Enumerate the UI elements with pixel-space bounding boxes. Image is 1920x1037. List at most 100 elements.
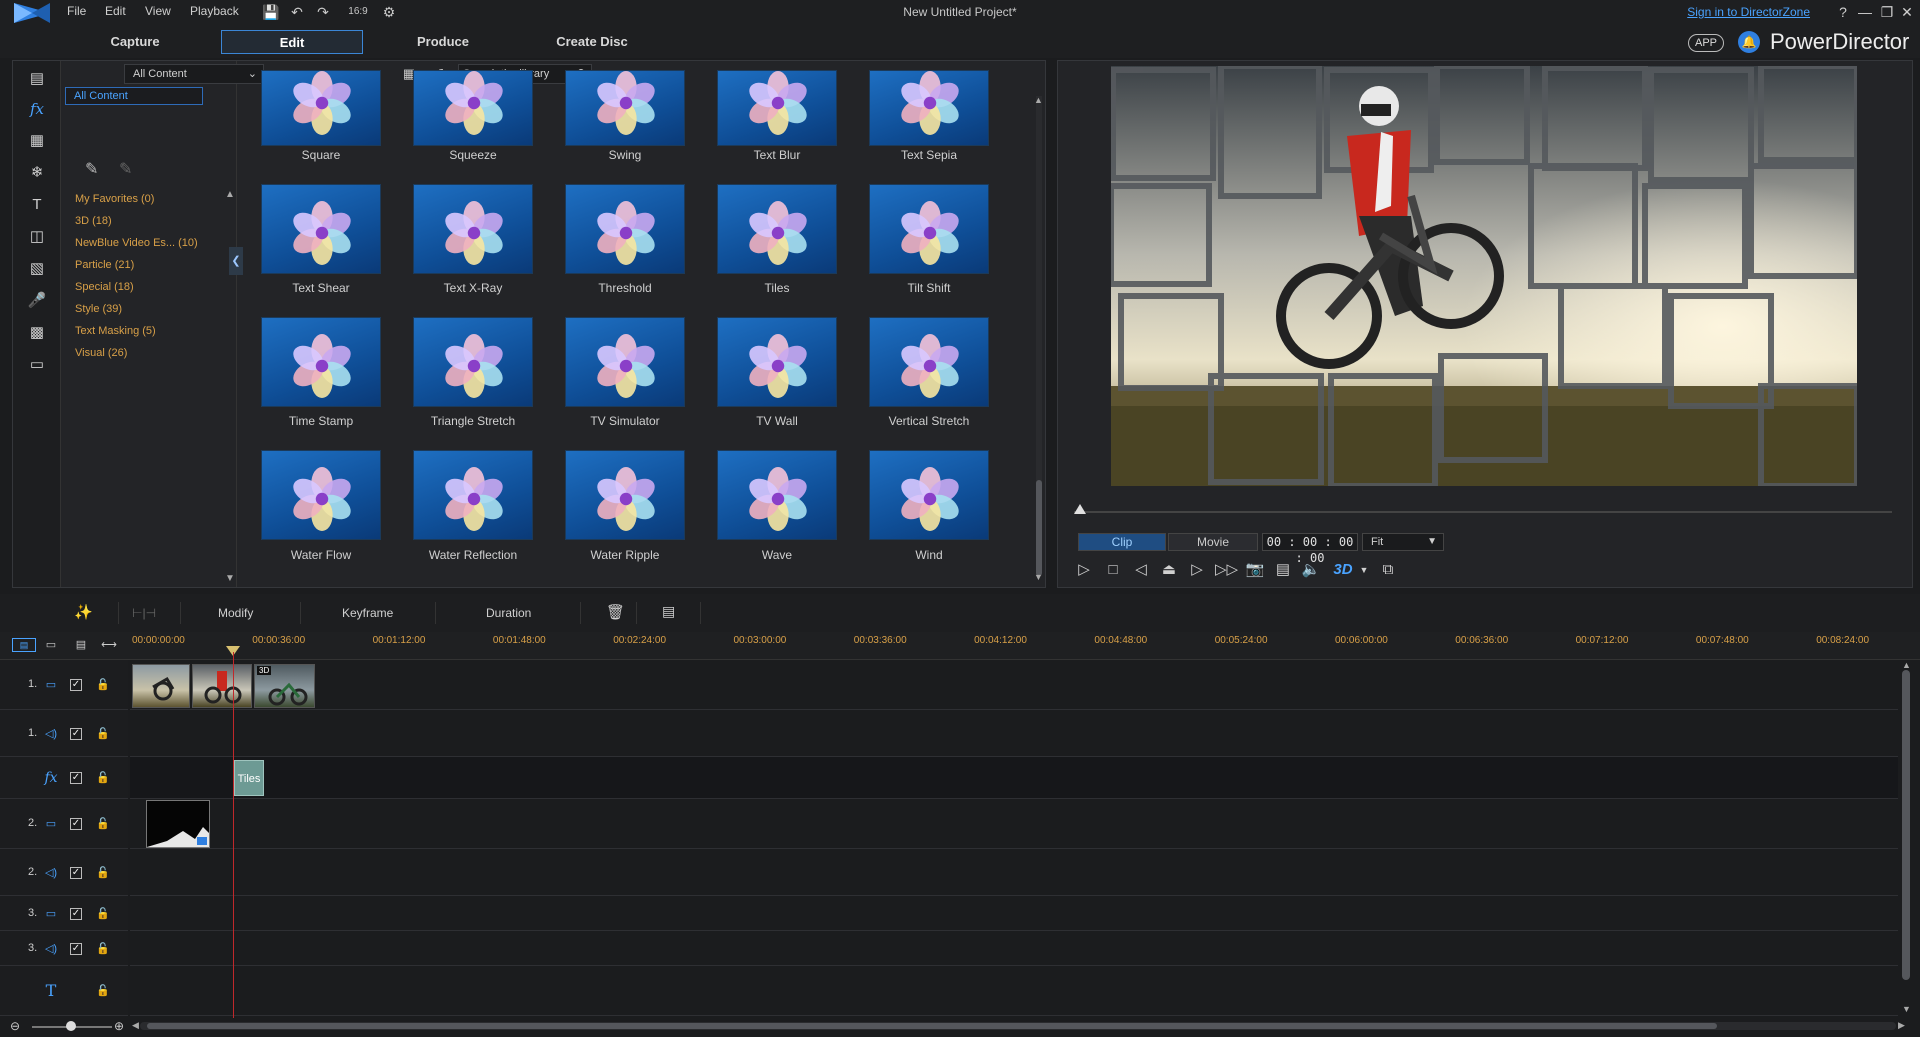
clip-mode-button[interactable]: Clip bbox=[1078, 533, 1166, 551]
track-lane-audio[interactable] bbox=[130, 710, 1898, 757]
category-item[interactable]: 3D (18) bbox=[75, 215, 112, 227]
audio-mixing-icon[interactable]: ▧ bbox=[25, 257, 49, 281]
effect-thumbnail[interactable] bbox=[565, 184, 685, 274]
effect-thumbnail[interactable] bbox=[413, 70, 533, 146]
fit-timeline-icon[interactable]: ⟷ bbox=[100, 638, 118, 652]
track-enable-checkbox[interactable]: ✓ bbox=[70, 818, 82, 830]
track-lane-video[interactable] bbox=[130, 799, 1898, 849]
category-item[interactable]: Visual (26) bbox=[75, 347, 127, 359]
effect-thumbnail[interactable] bbox=[261, 317, 381, 407]
timeline-horizontal-thumb[interactable] bbox=[147, 1023, 1717, 1029]
title-room-icon[interactable]: T bbox=[25, 193, 49, 217]
track-lock-icon[interactable]: 🔓 bbox=[96, 907, 110, 921]
track-lock-icon[interactable]: 🔓 bbox=[96, 942, 110, 956]
menu-edit[interactable]: Edit bbox=[105, 4, 126, 18]
stop-icon[interactable]: □ bbox=[1103, 560, 1123, 580]
track-enable-checkbox[interactable]: ✓ bbox=[70, 943, 82, 955]
3d-mode-button[interactable]: 3D bbox=[1330, 560, 1356, 580]
fix-enhance-wand-icon[interactable]: ✨ bbox=[74, 603, 93, 621]
scroll-left-icon[interactable]: ◀ bbox=[132, 1020, 139, 1031]
preferences-gear-icon[interactable]: ⚙ bbox=[380, 3, 398, 21]
remove-favorite-icon[interactable]: ✎ bbox=[119, 159, 132, 179]
timecode-display[interactable]: 00 : 00 : 00 : 00 bbox=[1262, 533, 1358, 565]
keyframe-button[interactable]: Keyframe bbox=[342, 606, 393, 620]
minimize-icon[interactable]: — bbox=[1856, 3, 1874, 21]
snapshot-camera-icon[interactable]: 📷 bbox=[1245, 560, 1265, 580]
subtitle-icon[interactable]: ▤ bbox=[1273, 560, 1293, 580]
effect-thumbnail[interactable] bbox=[869, 184, 989, 274]
chapter-room-icon[interactable]: ▩ bbox=[25, 321, 49, 345]
undock-preview-icon[interactable]: ⧉ bbox=[1378, 560, 1398, 580]
track-enable-checkbox[interactable]: ✓ bbox=[70, 908, 82, 920]
delete-trash-icon[interactable]: 🗑 bbox=[606, 603, 625, 621]
effect-thumbnail[interactable] bbox=[717, 317, 837, 407]
track-lock-icon[interactable]: 🔓 bbox=[96, 678, 110, 692]
effect-thumbnail[interactable] bbox=[869, 450, 989, 540]
tab-produce[interactable]: Produce bbox=[388, 30, 498, 54]
menu-file[interactable]: File bbox=[67, 4, 86, 18]
effect-thumbnail[interactable] bbox=[413, 184, 533, 274]
media-room-icon[interactable]: ▤ bbox=[25, 67, 49, 91]
category-item[interactable]: Particle (21) bbox=[75, 259, 134, 271]
storyboard-view-icon[interactable]: ▭ bbox=[42, 638, 60, 652]
effect-thumbnail[interactable] bbox=[413, 450, 533, 540]
track-manager-icon[interactable]: ▤ bbox=[72, 638, 90, 652]
sign-in-link[interactable]: Sign in to DirectorZone bbox=[1687, 5, 1810, 19]
duration-button[interactable]: Duration bbox=[486, 606, 531, 620]
effect-thumbnail[interactable] bbox=[717, 184, 837, 274]
menu-view[interactable]: View bbox=[145, 4, 171, 18]
effect-thumbnail[interactable] bbox=[565, 70, 685, 146]
collapse-panel-icon[interactable]: ❮ bbox=[229, 247, 243, 275]
timeline-zoom-knob[interactable] bbox=[66, 1021, 76, 1031]
zoom-fit-dropdown[interactable]: Fit ▼ bbox=[1362, 533, 1444, 551]
particle-room-icon[interactable]: ❄ bbox=[25, 161, 49, 185]
track-lane-fx[interactable] bbox=[130, 757, 1898, 799]
effect-thumbnail[interactable] bbox=[261, 450, 381, 540]
notification-bell-icon[interactable]: 🔔 bbox=[1738, 31, 1760, 53]
fx-clip-tiles[interactable]: Tiles bbox=[234, 760, 264, 796]
app-button[interactable]: APP bbox=[1688, 34, 1725, 52]
redo-icon[interactable]: ↷ bbox=[314, 3, 332, 21]
track-lock-icon[interactable]: 🔓 bbox=[96, 866, 110, 880]
category-item[interactable]: Style (39) bbox=[75, 303, 122, 315]
track-lane-video[interactable] bbox=[130, 896, 1898, 931]
category-item[interactable]: Text Masking (5) bbox=[75, 325, 156, 337]
category-scroll-up-icon[interactable]: ▲ bbox=[225, 189, 235, 200]
tab-edit[interactable]: Edit bbox=[221, 30, 363, 54]
next-frame-icon[interactable]: ▷ bbox=[1187, 560, 1207, 580]
video-clip[interactable] bbox=[132, 664, 190, 708]
track-lane-audio[interactable] bbox=[130, 931, 1898, 966]
timeline-scroll-down-icon[interactable]: ▼ bbox=[1902, 1004, 1911, 1014]
effect-thumbnail[interactable] bbox=[869, 317, 989, 407]
overlay-clip[interactable] bbox=[146, 800, 210, 848]
effect-thumbnail[interactable] bbox=[717, 450, 837, 540]
effect-thumbnail[interactable] bbox=[565, 450, 685, 540]
zoom-in-icon[interactable]: ⊕ bbox=[114, 1019, 124, 1033]
track-lock-icon[interactable]: 🔓 bbox=[96, 771, 110, 785]
category-item[interactable]: My Favorites (0) bbox=[75, 193, 154, 205]
aspect-ratio-dropdown[interactable]: 16:9 bbox=[342, 3, 374, 21]
3d-dropdown-arrow-icon[interactable]: ▼ bbox=[1354, 560, 1374, 580]
library-scroll-down-icon[interactable]: ▼ bbox=[1034, 572, 1043, 582]
fx-room-icon[interactable]: fx bbox=[25, 97, 49, 121]
previous-frame-icon[interactable]: ◁ bbox=[1131, 560, 1151, 580]
track-enable-checkbox[interactable]: ✓ bbox=[70, 728, 82, 740]
content-filter-dropdown[interactable]: All Content ⌄ bbox=[124, 64, 264, 84]
split-clip-icon[interactable]: ⊢|⊣ bbox=[132, 606, 156, 620]
transition-room-icon[interactable]: ◫ bbox=[25, 225, 49, 249]
track-enable-checkbox[interactable]: ✓ bbox=[70, 772, 82, 784]
zoom-out-icon[interactable]: ⊖ bbox=[10, 1019, 20, 1033]
timeline-vertical-scrollbar[interactable] bbox=[1902, 670, 1910, 980]
effect-thumbnail[interactable] bbox=[413, 317, 533, 407]
undo-icon[interactable]: ↶ bbox=[288, 3, 306, 21]
category-all-content[interactable]: All Content bbox=[65, 87, 203, 105]
add-favorite-icon[interactable]: ✎ bbox=[85, 159, 98, 179]
restore-icon[interactable]: ❐ bbox=[1878, 3, 1896, 21]
tab-capture[interactable]: Capture bbox=[80, 30, 190, 54]
effect-thumbnail[interactable] bbox=[717, 70, 837, 146]
category-scroll-down-icon[interactable]: ▼ bbox=[225, 573, 235, 584]
preview-seek-track[interactable] bbox=[1074, 511, 1892, 513]
split-icon[interactable]: ⏏ bbox=[1159, 560, 1179, 580]
track-lock-icon[interactable]: 🔓 bbox=[96, 817, 110, 831]
modify-button[interactable]: Modify bbox=[218, 606, 253, 620]
